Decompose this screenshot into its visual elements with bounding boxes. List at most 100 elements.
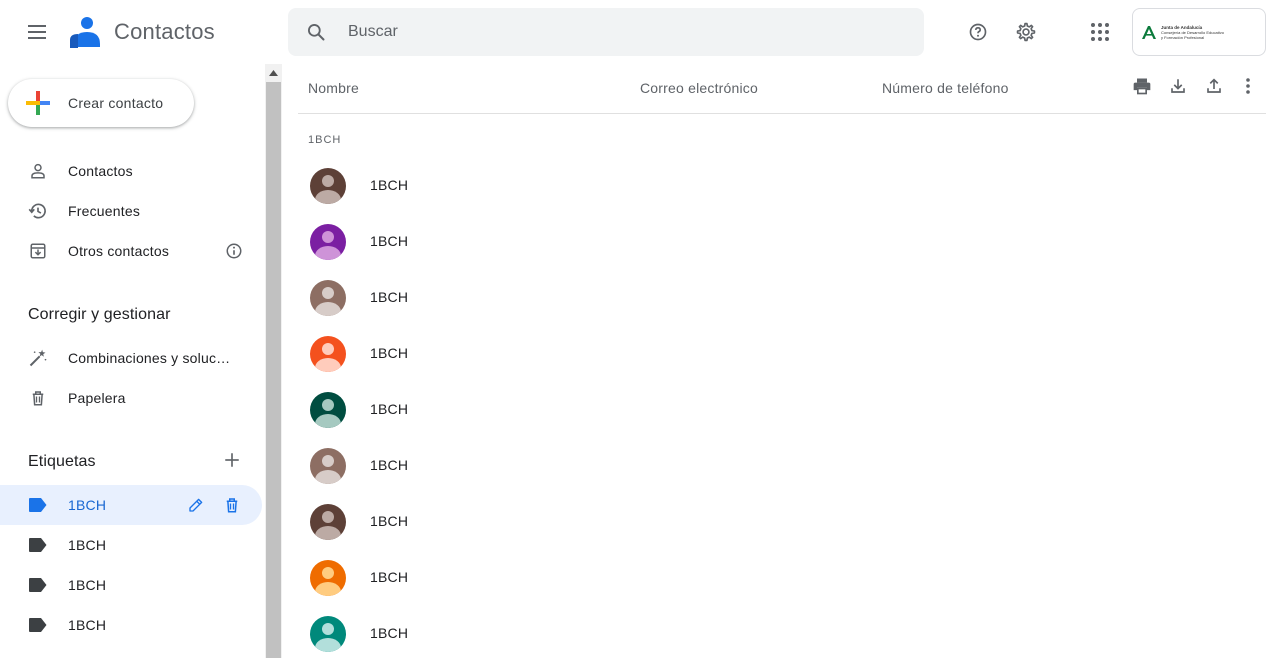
contact-name: 1BCH	[370, 289, 409, 305]
sidebar-item-label: 1BCH	[68, 497, 107, 513]
avatar-body-shape	[315, 526, 341, 540]
junta-andalucia-logo-icon	[1142, 26, 1156, 39]
sidebar-item-otros-contactos[interactable]: Otros contactos	[0, 231, 262, 271]
app-header: Contactos Junta de Andalucía Consejería …	[0, 0, 1282, 64]
group-label: 1BCH	[308, 134, 342, 146]
contact-avatar	[310, 616, 346, 652]
avatar-body-shape	[315, 190, 341, 204]
create-contact-button[interactable]: Crear contacto	[8, 79, 194, 127]
sidebar-label-1bch[interactable]: 1BCH	[0, 525, 262, 565]
contact-name: 1BCH	[370, 457, 409, 473]
info-icon[interactable]	[222, 239, 246, 263]
settings-icon[interactable]	[1014, 20, 1038, 44]
contacts-logo-icon	[70, 14, 102, 50]
search-input[interactable]	[348, 23, 888, 41]
archive-icon	[26, 239, 50, 263]
org-line-3: y Formación Profesional	[1161, 34, 1205, 40]
contact-row[interactable]: 1BCH	[298, 158, 1266, 214]
app-title: Contactos	[114, 19, 215, 44]
contact-name: 1BCH	[370, 401, 409, 417]
contact-avatar	[310, 224, 346, 260]
contact-row[interactable]: 1BCH	[298, 494, 1266, 550]
manage-section-title: Corregir y gestionar	[28, 306, 171, 323]
contact-avatar	[310, 168, 346, 204]
apps-icon[interactable]	[1088, 20, 1112, 44]
avatar-body-shape	[315, 414, 341, 428]
sidebar-item-label: Otros contactos	[68, 243, 170, 259]
create-contact-label: Crear contacto	[68, 95, 164, 111]
more-vert-icon[interactable]	[1238, 76, 1258, 96]
sidebar-scrollbar[interactable]	[265, 64, 282, 658]
contact-name: 1BCH	[370, 569, 409, 585]
sidebar-item-label: Frecuentes	[68, 203, 141, 219]
sidebar-item-label: Papelera	[68, 390, 126, 406]
sidebar-label-1bch-active[interactable]: 1BCH	[0, 485, 262, 525]
contact-avatar	[310, 336, 346, 372]
contact-row[interactable]: 1BCH	[298, 606, 1266, 658]
sidebar-item-frecuentes[interactable]: Frecuentes	[0, 191, 262, 231]
sidebar-item-papelera[interactable]: Papelera	[0, 378, 262, 418]
trash-icon	[26, 386, 50, 410]
contact-avatar	[310, 280, 346, 316]
avatar-body-shape	[315, 470, 341, 484]
contacts-list-panel: Nombre Correo electrónico Número de telé…	[282, 64, 1282, 658]
contact-row[interactable]: 1BCH	[298, 326, 1266, 382]
sidebar-item-label: 1BCH	[68, 537, 107, 553]
contact-row[interactable]: 1BCH	[298, 438, 1266, 494]
contact-row[interactable]: 1BCH	[298, 382, 1266, 438]
add-label-icon[interactable]	[220, 448, 244, 472]
contact-row[interactable]: 1BCH	[298, 214, 1266, 270]
label-tag-icon	[26, 613, 50, 637]
sidebar-item-label: Combinaciones y soluc…	[68, 350, 231, 366]
avatar-head-shape	[322, 175, 334, 187]
avatar-head-shape	[322, 567, 334, 579]
search-bar[interactable]	[288, 8, 924, 56]
sidebar-item-label: 1BCH	[68, 577, 107, 593]
avatar-head-shape	[322, 455, 334, 467]
contact-avatar	[310, 560, 346, 596]
delete-label-icon[interactable]	[220, 493, 244, 517]
person-icon	[26, 159, 50, 183]
sidebar-label-1bch[interactable]: 1BCH	[0, 565, 262, 605]
column-header-email[interactable]: Correo electrónico	[640, 80, 758, 96]
labels-section-title: Etiquetas	[28, 453, 96, 470]
download-icon[interactable]	[1168, 76, 1188, 96]
scroll-up-arrow-icon[interactable]	[265, 64, 282, 81]
scrollbar-thumb[interactable]	[266, 82, 281, 658]
avatar-body-shape	[315, 582, 341, 596]
search-icon[interactable]	[304, 20, 328, 44]
avatar-head-shape	[322, 287, 334, 299]
label-tag-icon	[26, 533, 50, 557]
magic-wand-icon	[26, 346, 50, 370]
plus-icon	[26, 91, 50, 115]
help-icon[interactable]	[966, 20, 990, 44]
account-org-badge[interactable]: Junta de Andalucía Consejería de Desarro…	[1132, 8, 1266, 56]
column-header-phone[interactable]: Número de teléfono	[882, 80, 1009, 96]
avatar-head-shape	[322, 231, 334, 243]
contact-name: 1BCH	[370, 177, 409, 193]
avatar-body-shape	[315, 302, 341, 316]
contact-name: 1BCH	[370, 233, 409, 249]
history-icon	[26, 199, 50, 223]
edit-pencil-icon[interactable]	[184, 493, 208, 517]
upload-icon[interactable]	[1204, 76, 1224, 96]
avatar-body-shape	[315, 246, 341, 260]
print-icon[interactable]	[1132, 76, 1152, 96]
sidebar-item-combinaciones[interactable]: Combinaciones y soluc…	[0, 338, 262, 378]
avatar-body-shape	[315, 638, 341, 652]
contact-row[interactable]: 1BCH	[298, 550, 1266, 606]
label-tag-icon	[26, 573, 50, 597]
contact-avatar	[310, 448, 346, 484]
sidebar-item-label: Contactos	[68, 163, 133, 179]
header-divider	[298, 113, 1266, 114]
avatar-body-shape	[315, 358, 341, 372]
avatar-head-shape	[322, 399, 334, 411]
sidebar-item-contactos[interactable]: Contactos	[0, 151, 262, 191]
sidebar-label-1bch[interactable]: 1BCH	[0, 605, 262, 645]
avatar-head-shape	[322, 511, 334, 523]
menu-icon[interactable]	[22, 16, 54, 48]
contact-name: 1BCH	[370, 513, 409, 529]
column-header-name[interactable]: Nombre	[308, 80, 359, 96]
sidebar: Crear contacto Contactos Frecuentes Otro…	[0, 64, 264, 658]
contact-row[interactable]: 1BCH	[298, 270, 1266, 326]
